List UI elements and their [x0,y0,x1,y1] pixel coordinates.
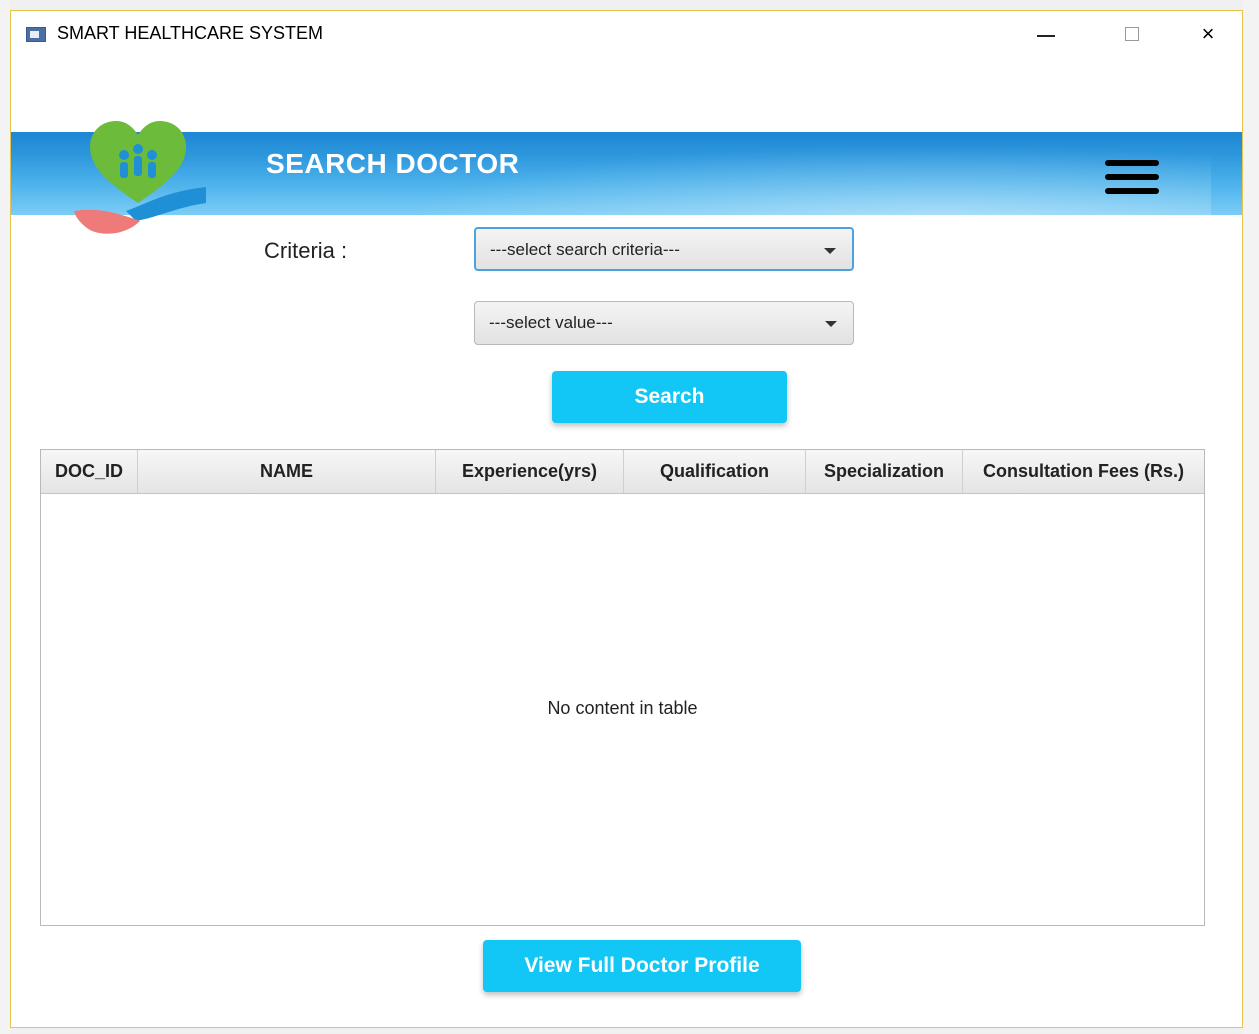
app-icon [26,27,46,42]
table-empty-message: No content in table [547,698,698,718]
chevron-down-icon [825,321,837,327]
column-header-qualification[interactable]: Qualification [624,450,806,493]
column-header-experience[interactable]: Experience(yrs) [436,450,624,493]
column-header-consultation-fees[interactable]: Consultation Fees (Rs.) [963,450,1204,493]
table-header: DOC_ID NAME Experience(yrs) Qualificatio… [41,450,1204,494]
minimize-icon [1037,35,1055,37]
search-button[interactable]: Search [552,371,787,423]
title-bar[interactable]: SMART HEALTHCARE SYSTEM × [11,11,1242,57]
criteria-select-value: ---select search criteria--- [490,240,680,259]
close-icon: × [1201,21,1215,46]
close-button[interactable]: × [1185,11,1231,57]
column-header-specialization[interactable]: Specialization [806,450,963,493]
doctor-table[interactable]: DOC_ID NAME Experience(yrs) Qualificatio… [40,449,1205,926]
desktop-background-right [1243,0,1259,1034]
column-header-doc-id[interactable]: DOC_ID [41,450,138,493]
chevron-down-icon [824,248,836,254]
minimize-button[interactable] [1023,11,1069,57]
value-select-value: ---select value--- [489,313,613,332]
maximize-button[interactable] [1109,11,1155,57]
view-full-doctor-profile-button[interactable]: View Full Doctor Profile [483,940,801,992]
column-header-name[interactable]: NAME [138,450,436,493]
criteria-select[interactable]: ---select search criteria--- [474,227,854,271]
heart-hands-logo [74,121,206,234]
maximize-icon [1125,27,1139,41]
page-title: SEARCH DOCTOR [266,148,520,179]
hamburger-menu-icon[interactable] [1105,160,1159,194]
criteria-label: Criteria : [264,238,348,263]
window-title: SMART HEALTHCARE SYSTEM [57,23,324,43]
desktop-background-left [0,0,10,1034]
value-select[interactable]: ---select value--- [474,301,854,345]
